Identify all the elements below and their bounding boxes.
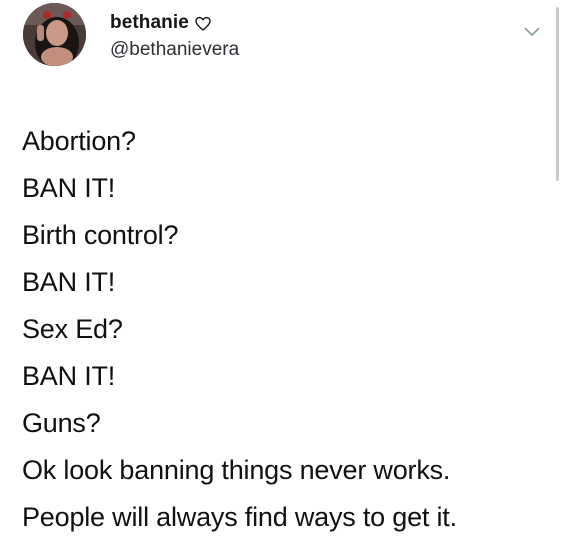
tweet-menu-button[interactable] xyxy=(522,24,542,40)
tweet-card: bethanie @bethanievera Abortion? BAN IT!… xyxy=(0,0,563,546)
tweet-text: Abortion? BAN IT! Birth control? BAN IT!… xyxy=(22,118,552,541)
chevron-down-icon xyxy=(524,27,540,36)
tweet-line: Abortion? xyxy=(22,126,136,156)
tweet-line: Guns? xyxy=(22,408,101,438)
avatar[interactable] xyxy=(23,3,86,66)
display-name-row: bethanie xyxy=(110,11,239,35)
tweet-line: BAN IT! xyxy=(22,173,116,203)
tweet-line: Sex Ed? xyxy=(22,314,123,344)
avatar-photo-icon xyxy=(23,3,86,66)
heart-outline-icon xyxy=(195,16,211,32)
scrollbar[interactable] xyxy=(556,7,559,181)
tweet-line: Ok look banning things never works. xyxy=(22,455,451,485)
tweet-line: People will always find ways to get it. xyxy=(22,502,457,532)
tweet-line: BAN IT! xyxy=(22,361,116,391)
display-name[interactable]: bethanie xyxy=(110,12,189,34)
user-handle[interactable]: @bethanievera xyxy=(110,39,239,61)
tweet-line: Birth control? xyxy=(22,220,179,250)
tweet-line: BAN IT! xyxy=(22,267,116,297)
tweet-header: bethanie @bethanievera xyxy=(110,11,239,61)
